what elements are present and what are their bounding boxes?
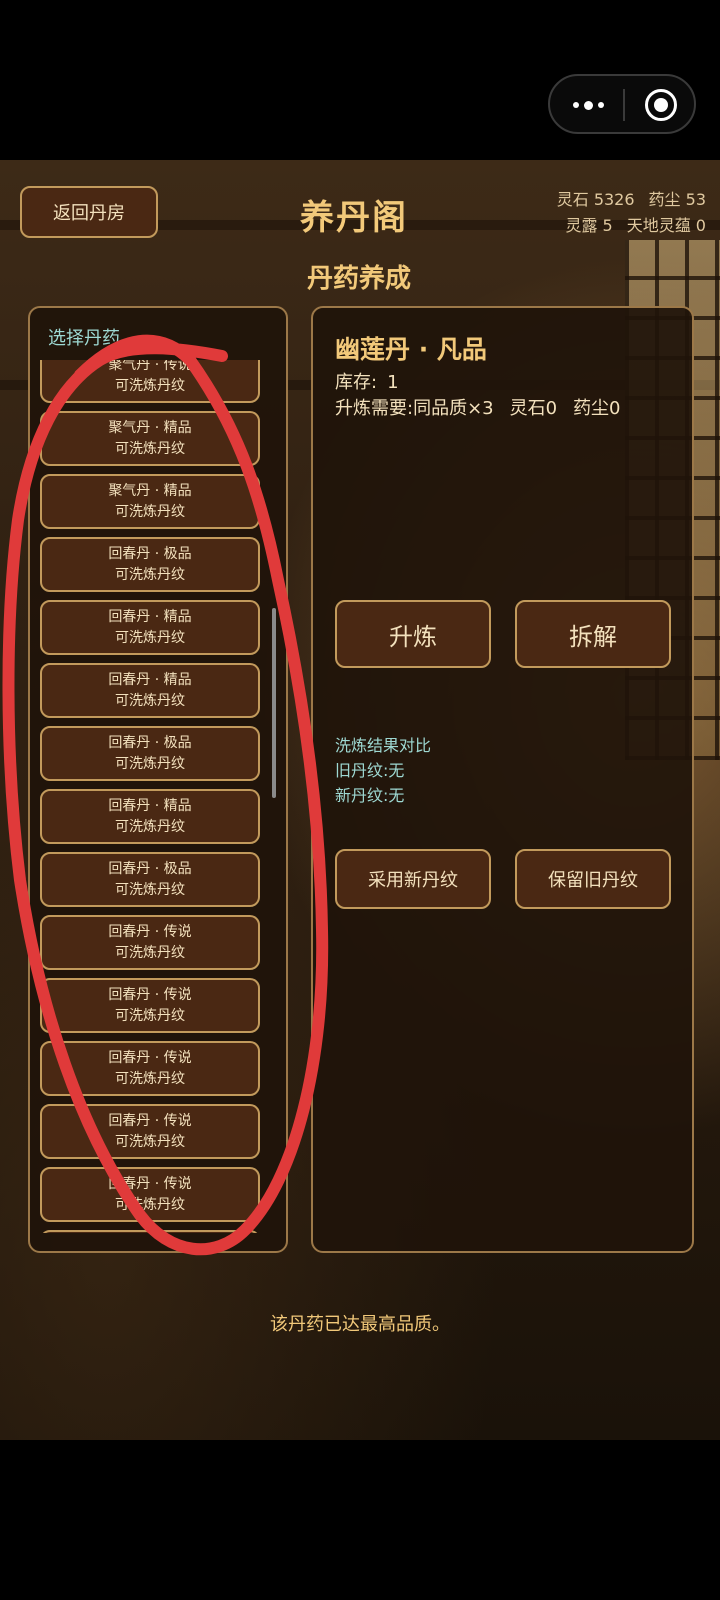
pill-list-item[interactable]: 回春丹 · 传说 可洗炼丹纹 [40, 1104, 260, 1159]
keep-old-pattern-button[interactable]: 保留旧丹纹 [515, 849, 671, 909]
pill-item-name: 回春丹 · 传说 [108, 1049, 192, 1066]
dismantle-button[interactable]: 拆解 [515, 600, 671, 668]
capsule-divider [623, 89, 625, 121]
pill-item-status: 可洗炼丹纹 [115, 1007, 185, 1024]
new-pattern-text: 新丹纹:无 [335, 786, 405, 805]
pill-item-name: 聚气丹 · 精品 [108, 482, 192, 499]
selected-pill-name: 幽莲丹 · 凡品 [335, 335, 487, 364]
pill-item-status: 可洗炼丹纹 [115, 566, 185, 583]
game-scene: 返回丹房 养丹阁 灵石 5326 药尘 53 灵露 5 天地灵蕴 0 丹药养成 选择… [0, 160, 720, 1440]
pill-select-title: 选择丹药 [48, 328, 120, 349]
pill-list-item[interactable]: 聚气丹 · 精品 可洗炼丹纹 [40, 474, 260, 529]
pill-item-name: 回春丹 · 极品 [108, 860, 192, 877]
heaven-earth-essence-count: 天地灵蕴 0 [626, 216, 706, 235]
pill-list-item[interactable]: 回春丹 · 传说 可洗炼丹纹 [40, 1167, 260, 1222]
pill-item-name: 回春丹 · 精品 [108, 797, 192, 814]
pill-list-item[interactable]: 回春丹 · 传说 可洗炼丹纹 [40, 915, 260, 970]
pill-list-item[interactable]: 回春丹 · 精品 可洗炼丹纹 [40, 600, 260, 655]
stock-label: 库存: [335, 372, 378, 393]
target-circle-icon[interactable] [645, 89, 677, 121]
pill-item-status: 可洗炼丹纹 [115, 377, 185, 394]
pill-list-item[interactable]: 回春丹 · 极品 可洗炼丹纹 [40, 537, 260, 592]
pill-list-item[interactable]: 回春丹 · 传说 可洗炼丹纹 [40, 1041, 260, 1096]
resource-row-2: 灵露 5 天地灵蕴 0 [565, 212, 706, 236]
upgrade-button[interactable]: 升炼 [335, 600, 491, 668]
herb-dust-count: 药尘 53 [648, 190, 706, 209]
pill-list-item[interactable]: 回春丹 · 精品 可洗炼丹纹 [40, 663, 260, 718]
pill-item-name: 回春丹 · 传说 [108, 1175, 192, 1192]
stock-line: 库存: 1 [335, 368, 399, 394]
pill-item-status: 可洗炼丹纹 [115, 818, 185, 835]
pill-list-item[interactable]: 回春丹 · 传说 可洗炼丹纹 [40, 978, 260, 1033]
pill-item-status: 可洗炼丹纹 [115, 1133, 185, 1150]
requirement-quality: 升炼需要:同品质×3 [335, 398, 494, 419]
pill-item-status: 可洗炼丹纹 [115, 692, 185, 709]
pill-item-status: 可洗炼丹纹 [115, 1196, 185, 1213]
requirement-herb-dust: 药尘0 [573, 398, 621, 419]
more-dots-icon[interactable] [568, 92, 608, 118]
pill-list[interactable]: 聚气丹 · 传说 可洗炼丹纹 聚气丹 · 精品 可洗炼丹纹 聚气丹 · 精品 可洗炼丹纹回… [40, 360, 264, 1233]
pill-item-status: 可洗炼丹纹 [115, 503, 185, 520]
pill-item-name: 回春丹 · 精品 [108, 671, 192, 688]
requirement-spirit-stone: 灵石0 [509, 398, 558, 419]
section-subtitle: 丹药养成 [307, 264, 412, 294]
pill-item-name: 回春丹 · 传说 [108, 923, 192, 940]
pill-list-item[interactable]: 聚气丹 · 传说可洗炼丹纹 [40, 360, 260, 403]
resource-row-1: 灵石 5326 药尘 53 [557, 186, 706, 210]
old-pattern-text: 旧丹纹:无 [335, 761, 405, 780]
status-message: 该丹药已达最高品质。 [270, 1314, 450, 1335]
pill-item-status: 可洗炼丹纹 [115, 440, 185, 457]
page-title: 养丹阁 [300, 198, 408, 238]
pill-item-status: 可洗炼丹纹 [115, 1070, 185, 1087]
pill-list-item[interactable]: 聚气丹 · 精品 可洗炼丹纹 [40, 411, 260, 466]
pill-item-name: 聚气丹 · 精品 [108, 419, 192, 436]
spirit-stone-count: 灵石 5326 [556, 190, 635, 209]
pill-list-item[interactable] [40, 1230, 260, 1233]
pill-item-status: 可洗炼丹纹 [115, 755, 185, 772]
pill-item-status: 可洗炼丹纹 [115, 629, 185, 646]
pill-item-name: 回春丹 · 传说 [108, 986, 192, 1003]
pill-item-status: 可洗炼丹纹 [115, 881, 185, 898]
stock-value: 1 [387, 372, 399, 393]
pill-item-name: 回春丹 · 传说 [108, 1112, 192, 1129]
refine-compare-title: 洗炼结果对比 [335, 736, 432, 755]
pill-item-name: 回春丹 · 精品 [108, 608, 192, 625]
pill-list-scrollbar[interactable] [272, 608, 276, 798]
pill-select-panel: 选择丹药 聚气丹 · 传说 可洗炼丹纹 聚气丹 · 精品 可洗炼丹纹 聚气丹 · 精品可… [28, 306, 288, 1253]
pill-list-item[interactable]: 回春丹 · 精品 可洗炼丹纹 [40, 789, 260, 844]
mini-program-capsule [548, 74, 696, 134]
pill-item-name: 聚气丹 · 传说 [108, 360, 192, 373]
pill-list-item[interactable]: 回春丹 · 极品 可洗炼丹纹 [40, 726, 260, 781]
back-to-pill-room-button[interactable]: 返回丹房 [20, 186, 158, 238]
pill-list-item[interactable]: 回春丹 · 极品 可洗炼丹纹 [40, 852, 260, 907]
spirit-dew-count: 灵露 5 [565, 216, 613, 235]
pill-item-name: 回春丹 · 极品 [108, 734, 192, 751]
pill-detail-panel: 幽莲丹 · 凡品 库存: 1 升炼需要:同品质×3 灵石0 药尘0 升炼 拆解 洗炼结… [311, 306, 694, 1253]
upgrade-requirements: 升炼需要:同品质×3 灵石0 药尘0 [335, 394, 621, 420]
adopt-new-pattern-button[interactable]: 采用新丹纹 [335, 849, 491, 909]
pill-item-name: 回春丹 · 极品 [108, 545, 192, 562]
pill-item-status: 可洗炼丹纹 [115, 944, 185, 961]
